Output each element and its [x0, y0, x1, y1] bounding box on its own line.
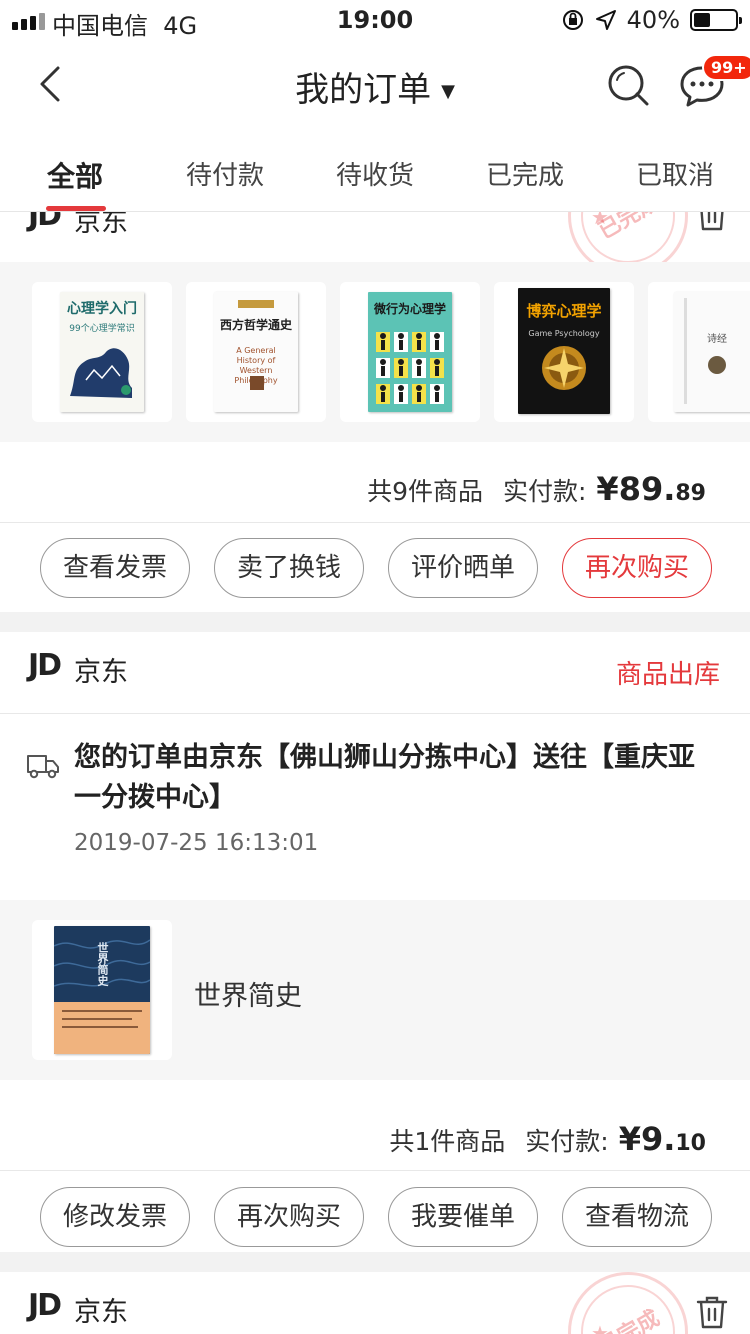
completed-stamp: ★ 已完成 [568, 1272, 688, 1334]
battery-icon [690, 9, 742, 31]
order-tabs: 全部 待付款 待收货 已完成 已取消 [0, 130, 750, 212]
product-thumb[interactable]: 西方哲学通史 A General History of Western Phil… [186, 282, 326, 422]
book-title: 世界简史 [96, 942, 109, 986]
book-cover: 西方哲学通史 A General History of Western Phil… [214, 292, 298, 412]
product-thumb[interactable]: 心理学入门 99个心理学常识 [32, 282, 172, 422]
tab-pending-receipt[interactable]: 待收货 [300, 130, 450, 211]
order-card[interactable]: JD 京东 商品出库 您的订单由京东【佛山狮山分拣中心】送往【重庆亚一分拨中心】… [0, 632, 750, 1252]
order-status: 商品出库 [615, 660, 720, 690]
product-strip[interactable]: 心理学入门 99个心理学常识 西方哲学通史 A General History … [0, 262, 750, 442]
book-cover: 微行为心理学 [368, 292, 452, 412]
product-row[interactable]: 世界简史 世界简史 [0, 900, 750, 1080]
jd-logo: JD [28, 212, 62, 233]
view-invoice-button[interactable]: 查看发票 [40, 538, 190, 598]
trash-icon[interactable] [696, 1294, 728, 1330]
book-cover: 世界简史 [54, 926, 150, 1054]
caret-down-icon: ▼ [441, 81, 455, 102]
view-logistics-button[interactable]: 查看物流 [562, 1187, 712, 1247]
buy-again-button[interactable]: 再次购买 [214, 1187, 364, 1247]
tab-pending-payment[interactable]: 待付款 [150, 130, 300, 211]
tab-cancelled[interactable]: 已取消 [600, 130, 750, 211]
book-cover: 诗经 [674, 292, 750, 412]
truck-icon [27, 755, 59, 779]
tracking-time: 2019-07-25 16:13:01 [74, 830, 319, 856]
nav-bar: 我的订单 ▼ 99+ [0, 40, 750, 130]
item-count: 共9件商品 [367, 477, 484, 506]
order-list[interactable]: JD 京东 ★ 已完成 心理学入门 99个心理学常识 西方哲学通史 A Gene… [0, 212, 750, 1334]
order-card[interactable]: JD 京东 ★ 已完成 [0, 1272, 750, 1334]
jd-logo: JD [28, 648, 62, 683]
status-bar: 中国电信 4G 19:00 40% [0, 0, 750, 40]
product-thumb[interactable]: 博弈心理学 Game Psychology [494, 282, 634, 422]
product-name[interactable]: 世界简史 [194, 974, 302, 1013]
paid-label: 实付款: [502, 477, 587, 506]
product-thumb[interactable]: 诗经 [648, 282, 750, 422]
orientation-lock-icon [562, 10, 583, 30]
tracking-message[interactable]: 您的订单由京东【佛山狮山分拣中心】送往【重庆亚一分拨中心】 [74, 738, 714, 818]
product-thumb[interactable]: 微行为心理学 [340, 282, 480, 422]
order-card[interactable]: JD 京东 ★ 已完成 心理学入门 99个心理学常识 西方哲学通史 A Gene… [0, 212, 750, 612]
battery-percent: 40% [626, 6, 680, 34]
product-thumb[interactable]: 世界简史 [32, 920, 172, 1060]
urge-order-button[interactable]: 我要催单 [388, 1187, 538, 1247]
location-arrow-icon [595, 10, 616, 30]
shop-row: JD 京东 ★ 已完成 [0, 212, 750, 276]
buy-again-button[interactable]: 再次购买 [562, 538, 712, 598]
order-summary: 共1件商品 实付款: ¥9.10 [389, 1120, 706, 1158]
tab-all[interactable]: 全部 [0, 130, 150, 211]
shop-name[interactable]: 京东 [74, 212, 128, 239]
shop-name[interactable]: 京东 [74, 1290, 128, 1329]
shop-row: JD 京东 商品出库 [0, 632, 750, 712]
modify-invoice-button[interactable]: 修改发票 [40, 1187, 190, 1247]
trash-icon[interactable] [696, 212, 728, 232]
message-badge: 99+ [702, 54, 750, 81]
paid-label: 实付款: [525, 1127, 609, 1156]
book-cover: 博弈心理学 Game Psychology [518, 288, 610, 414]
jd-logo: JD [28, 1288, 62, 1323]
item-count: 共1件商品 [389, 1127, 506, 1156]
review-button[interactable]: 评价晒单 [388, 538, 538, 598]
shop-name[interactable]: 京东 [74, 650, 128, 689]
order-total: ¥89.89 [596, 470, 706, 508]
tab-completed[interactable]: 已完成 [450, 130, 600, 211]
book-cover: 心理学入门 99个心理学常识 [60, 292, 144, 412]
shop-row: JD 京东 ★ 已完成 [0, 1272, 750, 1334]
order-summary: 共9件商品 实付款: ¥89.89 [367, 470, 706, 508]
search-icon[interactable] [605, 62, 651, 108]
order-total: ¥9.10 [618, 1120, 706, 1158]
sell-for-cash-button[interactable]: 卖了换钱 [214, 538, 364, 598]
